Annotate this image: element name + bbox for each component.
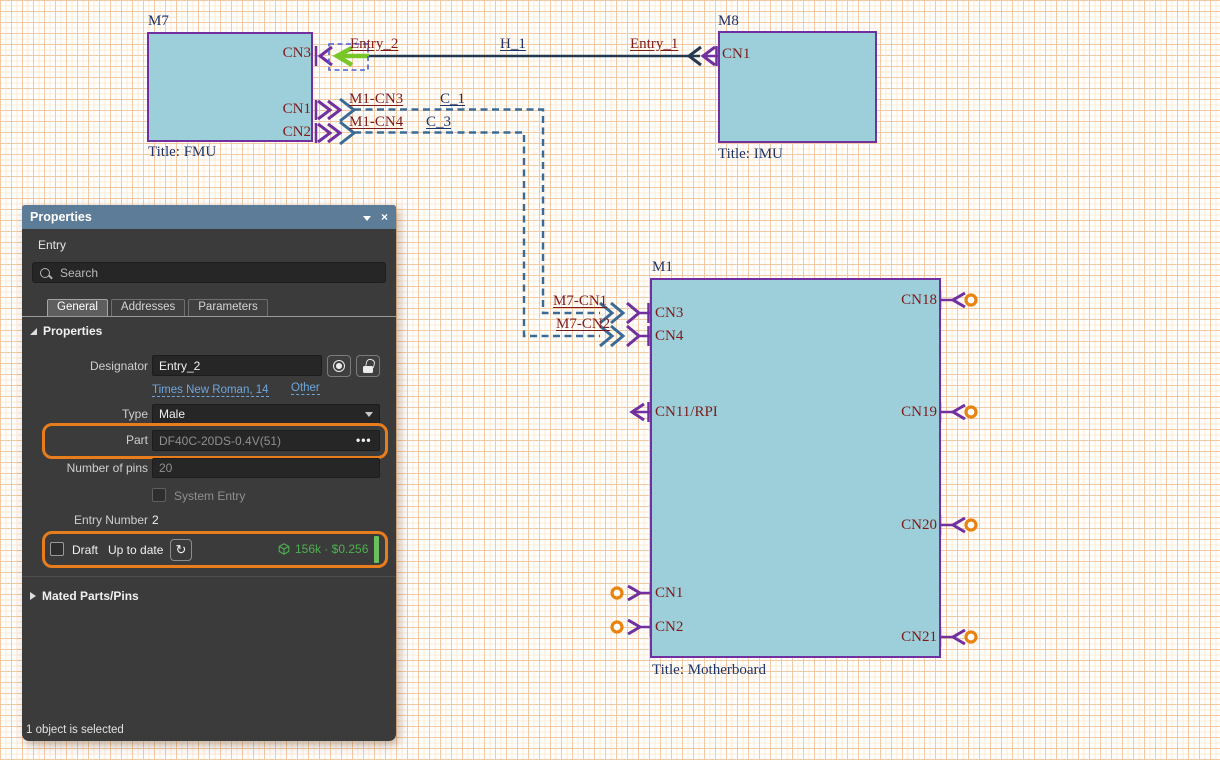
system-entry-label: System Entry — [174, 489, 245, 503]
port-label-m1-cn2[interactable]: CN2 — [655, 619, 683, 635]
block-title-m8[interactable]: Title: IMU — [718, 146, 783, 162]
port-arrow-m1-cn1[interactable] — [612, 583, 651, 603]
selection-status: 1 object is selected — [26, 724, 124, 736]
type-dropdown[interactable]: Male — [152, 404, 380, 424]
system-entry-checkbox[interactable] — [152, 488, 166, 502]
port-label-m1-cn21[interactable]: CN21 — [849, 629, 937, 645]
port-label-m8-cn1[interactable]: CN1 — [722, 46, 750, 62]
refresh-button[interactable]: ↻ — [170, 539, 192, 561]
designator-input[interactable] — [152, 355, 322, 376]
block-title-m7[interactable]: Title: FMU — [148, 144, 216, 160]
part-browse-button[interactable]: ••• — [356, 433, 372, 447]
section-properties[interactable]: Properties — [30, 324, 102, 338]
port-label-m1-cn4[interactable]: CN4 — [655, 328, 683, 344]
tab-bar: General Addresses Parameters — [47, 299, 268, 316]
update-status-label: Up to date — [108, 543, 163, 557]
port-label-m1-cn3[interactable]: CN3 — [655, 305, 683, 321]
entry-number-value: 2 — [152, 513, 159, 527]
wire-label-m1-cn4[interactable]: M1-CN4 — [349, 114, 403, 130]
draft-checkbox[interactable] — [50, 542, 64, 556]
chevron-down-icon — [365, 412, 373, 417]
stock-level-bar — [374, 536, 379, 563]
port-label-m1-cn18[interactable]: CN18 — [849, 292, 937, 308]
port-label-m7-cn2[interactable]: CN2 — [251, 124, 311, 140]
part-input[interactable] — [152, 430, 380, 451]
entry-number-label: Entry Number — [30, 513, 148, 527]
block-m1[interactable] — [650, 278, 941, 658]
section-mated-parts[interactable]: Mated Parts/Pins — [30, 589, 139, 603]
expanded-triangle-icon — [30, 328, 37, 335]
properties-panel: Properties × Entry General Addresses Par… — [22, 205, 396, 741]
wire-label-c1[interactable]: C_1 — [440, 91, 465, 107]
tab-parameters[interactable]: Parameters — [188, 299, 267, 316]
type-label: Type — [30, 407, 148, 421]
font-link[interactable]: Times New Roman, 14 — [152, 384, 269, 397]
search-input[interactable] — [58, 265, 362, 281]
designator-label: Designator — [30, 359, 148, 373]
chevron-down-icon — [363, 216, 371, 221]
draft-label: Draft — [72, 543, 98, 557]
eye-icon — [333, 360, 345, 372]
search-box[interactable] — [32, 262, 386, 283]
entry-label-entry1[interactable]: Entry_1 — [630, 36, 678, 52]
wire-label-m7-cn2[interactable]: M7-CN2 — [556, 316, 610, 332]
entry-label-entry2[interactable]: Entry_2 — [350, 36, 398, 52]
port-label-m7-cn1[interactable]: CN1 — [251, 101, 311, 117]
port-arrow-m1-cn11[interactable] — [632, 402, 650, 422]
object-type-label: Entry — [38, 238, 66, 252]
lock-button[interactable] — [356, 355, 380, 377]
unlock-icon — [363, 366, 373, 373]
section-mated-parts-label: Mated Parts/Pins — [42, 589, 139, 603]
section-properties-label: Properties — [43, 324, 102, 338]
refresh-icon: ↻ — [176, 542, 187, 558]
panel-close-button[interactable]: × — [381, 211, 388, 223]
schematic-editor: M7 Title: FMU M8 Title: IMU M1 Title: Mo… — [0, 0, 1220, 760]
block-designator-m8[interactable]: M8 — [718, 13, 739, 29]
wire-label-c3[interactable]: C_3 — [426, 114, 451, 130]
type-value: Male — [159, 407, 365, 421]
block-title-m1[interactable]: Title: Motherboard — [652, 662, 766, 678]
wire-label-m7-cn1[interactable]: M7-CN1 — [553, 293, 607, 309]
wire-label-m1-cn3[interactable]: M1-CN3 — [349, 91, 403, 107]
wire-label-h1[interactable]: H_1 — [500, 36, 526, 52]
port-label-m7-cn3[interactable]: CN3 — [251, 45, 311, 61]
package-icon — [278, 543, 290, 555]
visibility-button[interactable] — [327, 355, 351, 377]
port-label-m1-cn20[interactable]: CN20 — [849, 517, 937, 533]
port-label-m1-cn11[interactable]: CN11/RPI — [655, 404, 718, 420]
port-arrow-m1-cn2[interactable] — [612, 617, 651, 637]
section-divider — [22, 576, 396, 577]
port-arrow-m1-cn19[interactable] — [940, 402, 976, 422]
pins-label: Number of pins — [30, 461, 148, 475]
part-label: Part — [30, 433, 148, 447]
block-designator-m7[interactable]: M7 — [148, 13, 169, 29]
pins-input[interactable] — [152, 458, 380, 478]
collapsed-triangle-icon — [30, 592, 36, 600]
supply-chain-stats: 156k · $0.256 — [278, 542, 368, 556]
tab-general[interactable]: General — [47, 299, 108, 316]
port-arrow-m1-cn21[interactable] — [940, 627, 976, 647]
stock-price-text: 156k · $0.256 — [295, 542, 368, 556]
other-font-link[interactable]: Other — [291, 382, 320, 395]
port-arrow-m1-cn18[interactable] — [940, 290, 976, 310]
search-icon — [40, 268, 50, 278]
port-arrow-m1-cn20[interactable] — [940, 515, 976, 535]
panel-header[interactable]: Properties × — [22, 205, 396, 229]
port-label-m1-cn19[interactable]: CN19 — [849, 404, 937, 420]
panel-title: Properties — [30, 210, 353, 224]
tab-addresses[interactable]: Addresses — [111, 299, 185, 316]
port-label-m1-cn1[interactable]: CN1 — [655, 585, 683, 601]
block-designator-m1[interactable]: M1 — [652, 259, 673, 275]
panel-menu-button[interactable] — [363, 211, 371, 223]
tab-divider — [22, 316, 396, 317]
